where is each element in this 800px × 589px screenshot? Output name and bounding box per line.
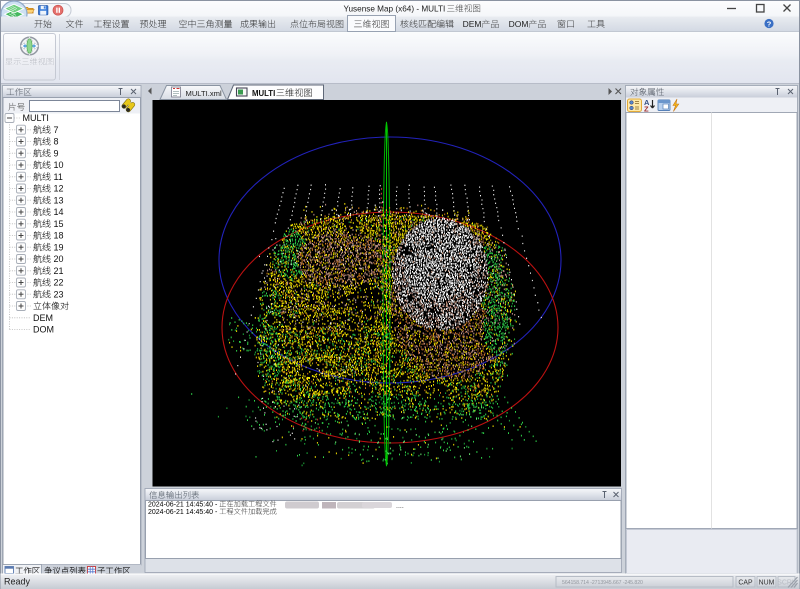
- svg-text:13: 13: [54, 195, 64, 205]
- svg-text:NUM: NUM: [759, 579, 775, 586]
- svg-text:?: ?: [767, 20, 772, 29]
- svg-text:Yusense Map (x64) - MULTI: Yusense Map (x64) - MULTI: [344, 5, 446, 14]
- svg-text:18: 18: [54, 231, 64, 241]
- svg-text:2024-06-21 14:45:40 -: 2024-06-21 14:45:40 -: [148, 502, 218, 509]
- svg-text:MULTI.xml: MULTI.xml: [186, 89, 222, 98]
- svg-text:CAP: CAP: [738, 579, 753, 586]
- svg-text:2024-06-21 14:45:40 -: 2024-06-21 14:45:40 -: [148, 509, 218, 516]
- svg-text:....: ....: [396, 503, 404, 510]
- svg-text:MULTI: MULTI: [23, 113, 49, 123]
- svg-text:22: 22: [54, 278, 64, 288]
- svg-text:Ready: Ready: [4, 577, 31, 587]
- svg-text:21: 21: [54, 266, 64, 276]
- svg-text:564158.714 -2713945.667 -245.8: 564158.714 -2713945.667 -245.820: [562, 580, 643, 586]
- svg-text:20: 20: [54, 254, 64, 264]
- svg-text:19: 19: [54, 242, 64, 252]
- svg-text:12: 12: [54, 184, 64, 194]
- svg-text:11: 11: [54, 172, 63, 182]
- svg-text:9: 9: [54, 148, 59, 158]
- svg-text:8: 8: [54, 137, 59, 147]
- svg-text:23: 23: [54, 289, 64, 299]
- svg-text:DOM: DOM: [33, 325, 54, 335]
- svg-text:10: 10: [54, 160, 64, 170]
- svg-text:15: 15: [54, 219, 64, 229]
- svg-text:14: 14: [54, 207, 64, 217]
- svg-text:7: 7: [54, 125, 59, 135]
- svg-text:DEM: DEM: [463, 19, 482, 29]
- svg-text:DOM: DOM: [509, 19, 529, 29]
- svg-text:DEM: DEM: [33, 313, 53, 323]
- svg-text:MULTI: MULTI: [252, 89, 275, 98]
